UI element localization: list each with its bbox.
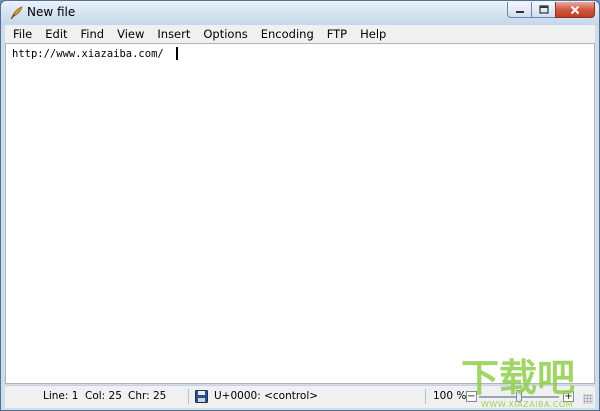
title-bar[interactable]: New file [1,1,599,25]
quill-pen-icon [10,6,23,20]
status-char-info: U+0000: <control> [214,390,319,402]
close-icon [570,5,580,14]
watermark-subtext: WWW.XIAZAIBA.COM [481,400,573,409]
menu-edit[interactable]: Edit [37,25,72,43]
minimize-button[interactable] [507,2,532,18]
minimize-icon [515,10,524,13]
menu-options[interactable]: Options [195,25,252,43]
status-separator [188,389,189,404]
app-window: New file File Edit Find View Insert Opti… [0,0,600,411]
menu-file[interactable]: File [5,25,37,43]
menu-help[interactable]: Help [352,25,391,43]
menu-view[interactable]: View [109,25,149,43]
menu-encoding[interactable]: Encoding [253,25,319,43]
status-chr: Chr: 25 [128,390,167,402]
watermark-logo: 下载吧 WWW.XIAZAIBA.COM [461,356,575,409]
status-line: Line: 1 [43,390,79,402]
watermark-text: 下载吧 [461,356,575,400]
maximize-button[interactable] [531,2,556,18]
editor-content: http://www.xiazaiba.com/ [12,48,164,60]
maximize-icon [538,5,549,14]
window-title: New file [27,5,76,19]
status-col: Col: 25 [85,390,122,402]
menu-insert[interactable]: Insert [149,25,195,43]
menu-ftp[interactable]: FTP [319,25,352,43]
menu-find[interactable]: Find [73,25,110,43]
text-editor-area[interactable]: http://www.xiazaiba.com/ [5,43,595,384]
menu-bar: File Edit Find View Insert Options Encod… [5,25,595,43]
text-caret [176,47,178,60]
close-button[interactable] [555,2,595,18]
save-icon [195,390,208,403]
status-separator [425,389,426,404]
